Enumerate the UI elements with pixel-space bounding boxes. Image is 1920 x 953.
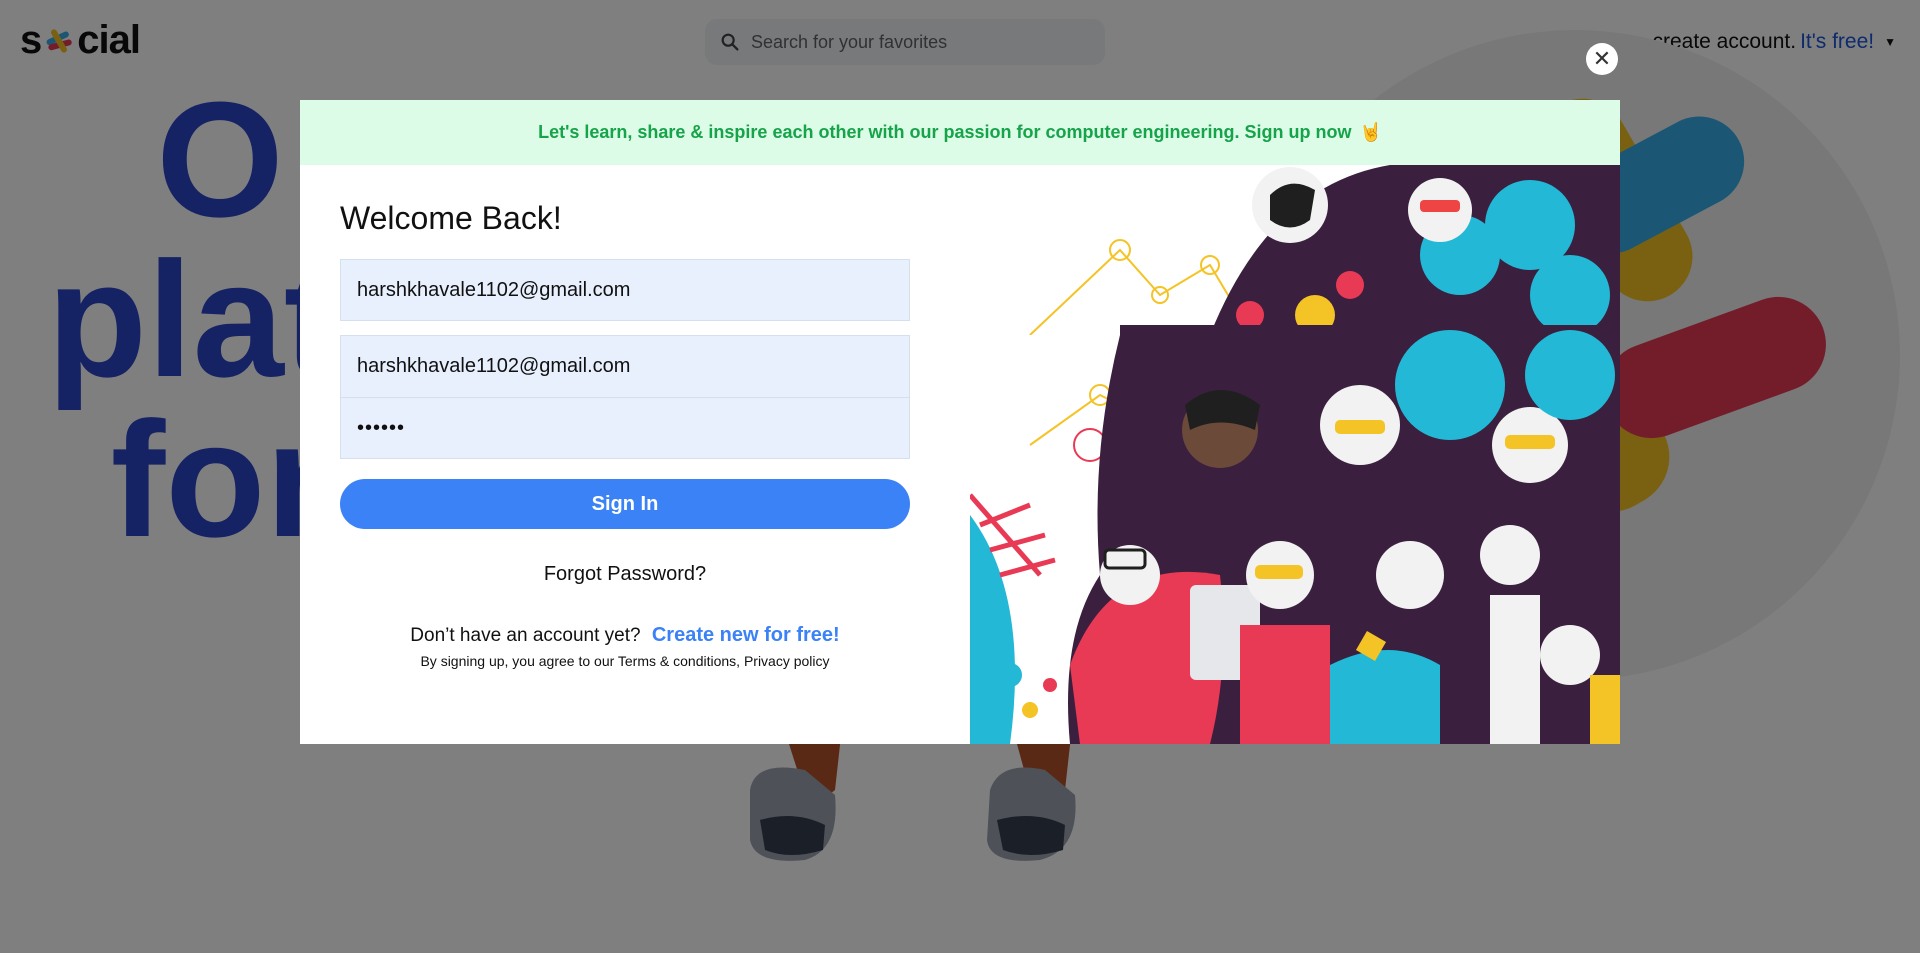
- banner-text: Let's learn, share & inspire each other …: [538, 122, 1352, 142]
- create-new-link[interactable]: Create new for free!: [652, 624, 840, 646]
- email-field[interactable]: [340, 335, 910, 397]
- rock-hand-icon: 🤘: [1359, 122, 1382, 142]
- signup-prompt: Don’t have an account yet? Create new fo…: [340, 624, 910, 647]
- email-field-top[interactable]: [340, 259, 910, 321]
- forgot-password-link[interactable]: Forgot Password?: [340, 563, 910, 586]
- sign-in-button[interactable]: Sign In: [340, 479, 910, 529]
- no-account-text: Don’t have an account yet?: [410, 625, 641, 646]
- signup-banner: Let's learn, share & inspire each other …: [300, 100, 1620, 165]
- community-illustration: [970, 165, 1620, 744]
- sign-in-modal: Let's learn, share & inspire each other …: [300, 100, 1620, 744]
- close-icon: ✕: [1592, 46, 1612, 71]
- sign-in-form: Welcome Back! Sign In Forgot Password? D…: [340, 200, 910, 669]
- welcome-title: Welcome Back!: [340, 200, 562, 236]
- close-modal-button[interactable]: ✕: [1586, 43, 1618, 75]
- terms-text: By signing up, you agree to our Terms & …: [420, 653, 830, 669]
- password-field[interactable]: [340, 397, 910, 459]
